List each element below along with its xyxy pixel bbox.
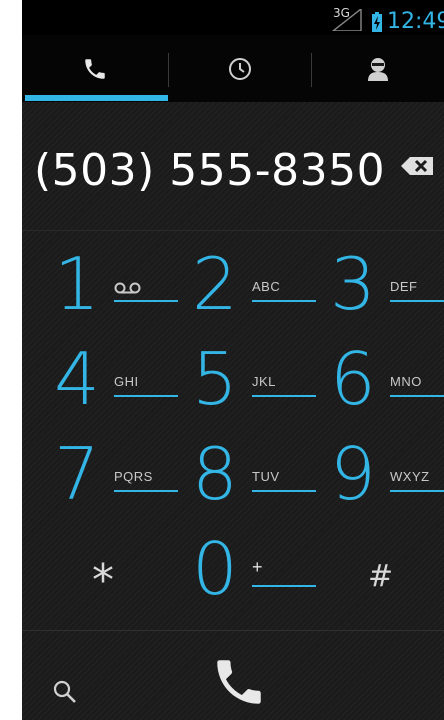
key-underline	[390, 490, 444, 492]
search-icon[interactable]	[52, 679, 78, 705]
key-letters: PQRS	[114, 469, 153, 484]
key-star[interactable]: *	[44, 525, 184, 625]
key-underline	[114, 490, 178, 492]
key-underline	[252, 395, 316, 397]
key-letters: WXYZ	[390, 469, 430, 484]
key-9[interactable]: 9 WXYZ	[320, 430, 444, 530]
key-letters: GHI	[114, 374, 139, 389]
key-letters: +	[252, 557, 264, 577]
status-clock: 12:49	[387, 9, 444, 34]
tab-call-log[interactable]	[169, 35, 311, 102]
key-8[interactable]: 8 TUV	[182, 430, 322, 530]
key-0[interactable]: 0 +	[182, 525, 322, 625]
key-digit: *	[92, 555, 114, 606]
battery-icon	[372, 12, 382, 32]
key-hash[interactable]: #	[320, 525, 444, 625]
selected-tab-indicator	[25, 95, 168, 101]
key-letters: JKL	[252, 374, 276, 389]
key-6[interactable]: 6 MNO	[320, 335, 444, 435]
dialer-screen: 3G 12:49 (503) 555-8350 1 2 ABC 3 DEF 4 …	[22, 0, 444, 720]
person-icon	[368, 57, 388, 81]
key-underline	[114, 300, 178, 302]
key-letters: DEF	[390, 279, 418, 294]
key-letters: MNO	[390, 374, 422, 389]
key-3[interactable]: 3 DEF	[320, 240, 444, 340]
network-type: 3G	[333, 6, 350, 20]
clock-icon	[229, 57, 251, 80]
tab-contacts[interactable]	[312, 35, 444, 102]
dialed-number: (503) 555-8350	[34, 145, 386, 196]
tab-bar	[22, 35, 444, 102]
voicemail-icon	[114, 282, 141, 294]
key-7[interactable]: 7 PQRS	[44, 430, 184, 530]
key-1[interactable]: 1	[44, 240, 184, 340]
key-5[interactable]: 5 JKL	[182, 335, 322, 435]
key-digit: 5	[192, 337, 238, 421]
key-letters: ABC	[252, 279, 281, 294]
divider	[22, 230, 444, 231]
key-underline	[252, 300, 316, 302]
key-digit: 1	[54, 242, 100, 326]
key-underline	[390, 395, 444, 397]
key-4[interactable]: 4 GHI	[44, 335, 184, 435]
key-digit: 4	[54, 337, 100, 421]
bottom-bar	[22, 630, 444, 720]
key-digit: 0	[192, 527, 238, 611]
key-digit: 2	[192, 242, 238, 326]
key-digit: 7	[54, 432, 100, 516]
phone-icon[interactable]	[210, 653, 268, 711]
key-digit: 9	[330, 432, 376, 516]
key-digit: 3	[330, 242, 376, 326]
key-digit: 8	[192, 432, 238, 516]
key-underline	[252, 490, 316, 492]
key-underline	[390, 300, 444, 302]
key-digit: #	[368, 559, 394, 594]
backspace-button[interactable]	[399, 151, 435, 181]
phone-icon	[85, 58, 105, 79]
key-underline	[114, 395, 178, 397]
key-2[interactable]: 2 ABC	[182, 240, 322, 340]
status-bar: 3G 12:49	[22, 0, 444, 35]
key-underline	[252, 585, 316, 587]
key-digit: 6	[330, 337, 376, 421]
key-letters: TUV	[252, 469, 280, 484]
tab-dialer[interactable]	[22, 35, 168, 102]
